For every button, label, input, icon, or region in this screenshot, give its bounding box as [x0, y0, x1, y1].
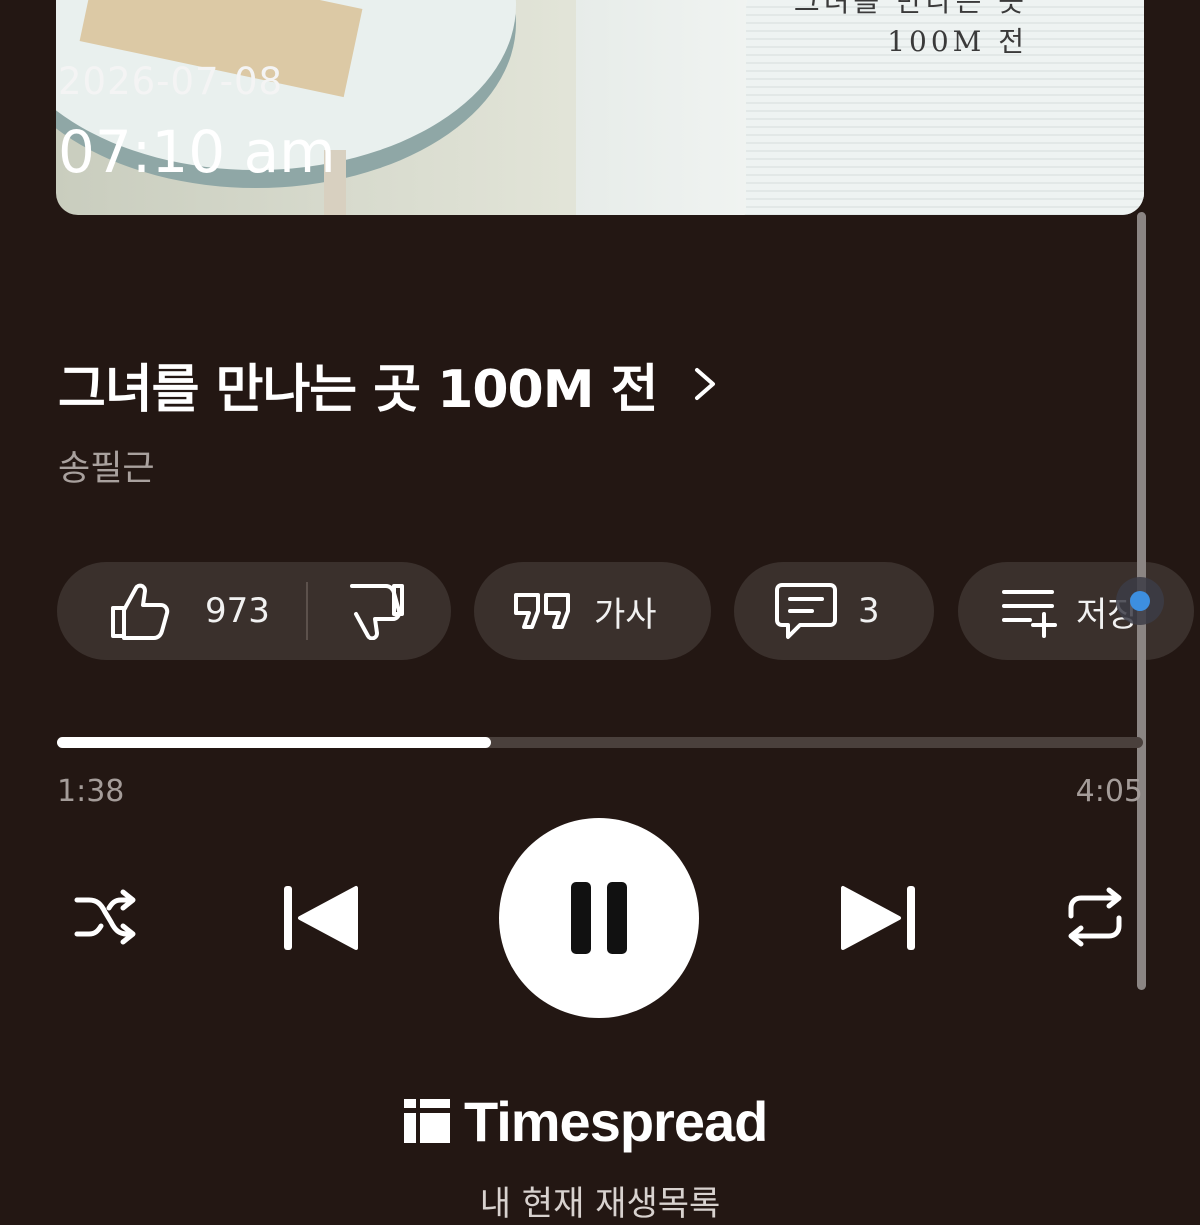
current-time: 1:38: [57, 774, 125, 809]
comments-button[interactable]: 3: [734, 562, 934, 660]
album-art-text-line1: 그녀를 만나는 곳: [793, 0, 1028, 18]
lyrics-button[interactable]: 가사: [474, 562, 711, 660]
like-dislike-group: 973: [57, 562, 451, 660]
overlay-time: 07:10 am: [58, 118, 336, 186]
song-title-link[interactable]: 그녀를 만나는 곳 100M 전: [58, 348, 723, 420]
previous-button[interactable]: [275, 878, 365, 958]
thumbs-up-icon: [111, 583, 170, 640]
brand-name: Timespread: [464, 1089, 768, 1153]
repeat-button[interactable]: [1060, 882, 1130, 952]
like-count: 973: [205, 591, 270, 631]
lyrics-label: 가사: [594, 594, 657, 635]
repeat-icon: [1068, 887, 1122, 947]
chevron-right-icon: [695, 368, 716, 400]
pause-icon: [571, 882, 627, 954]
artist-name[interactable]: 송필근: [58, 440, 155, 491]
quote-icon: [514, 593, 570, 629]
skip-previous-icon: [284, 886, 358, 950]
overlay-date: 2026-07-08: [58, 60, 284, 103]
pause-button[interactable]: [499, 818, 699, 1018]
thumbs-down-icon: [349, 584, 404, 640]
shuffle-button[interactable]: [70, 882, 140, 952]
timespread-logo-icon: [404, 1099, 450, 1143]
queue-tab[interactable]: 내 현재 재생목록: [0, 1176, 1200, 1225]
timespread-watermark: Timespread: [404, 1086, 768, 1156]
total-time: 4:05: [1075, 774, 1143, 809]
shuffle-icon: [74, 889, 136, 945]
next-button[interactable]: [834, 878, 924, 958]
like-button[interactable]: 973: [109, 582, 270, 640]
playlist-add-icon: [1002, 590, 1057, 638]
comment-count: 3: [858, 591, 880, 631]
song-title: 그녀를 만나는 곳 100M 전: [58, 359, 658, 420]
comment-icon: [775, 583, 837, 639]
touch-indicator: [1116, 577, 1164, 625]
like-divider: [305, 582, 308, 640]
skip-next-icon: [841, 886, 915, 950]
progress-fill: [57, 737, 492, 748]
dislike-button[interactable]: [346, 582, 406, 640]
album-art-text-line2: 100M 전: [887, 25, 1028, 58]
progress-bar[interactable]: [57, 737, 1143, 748]
